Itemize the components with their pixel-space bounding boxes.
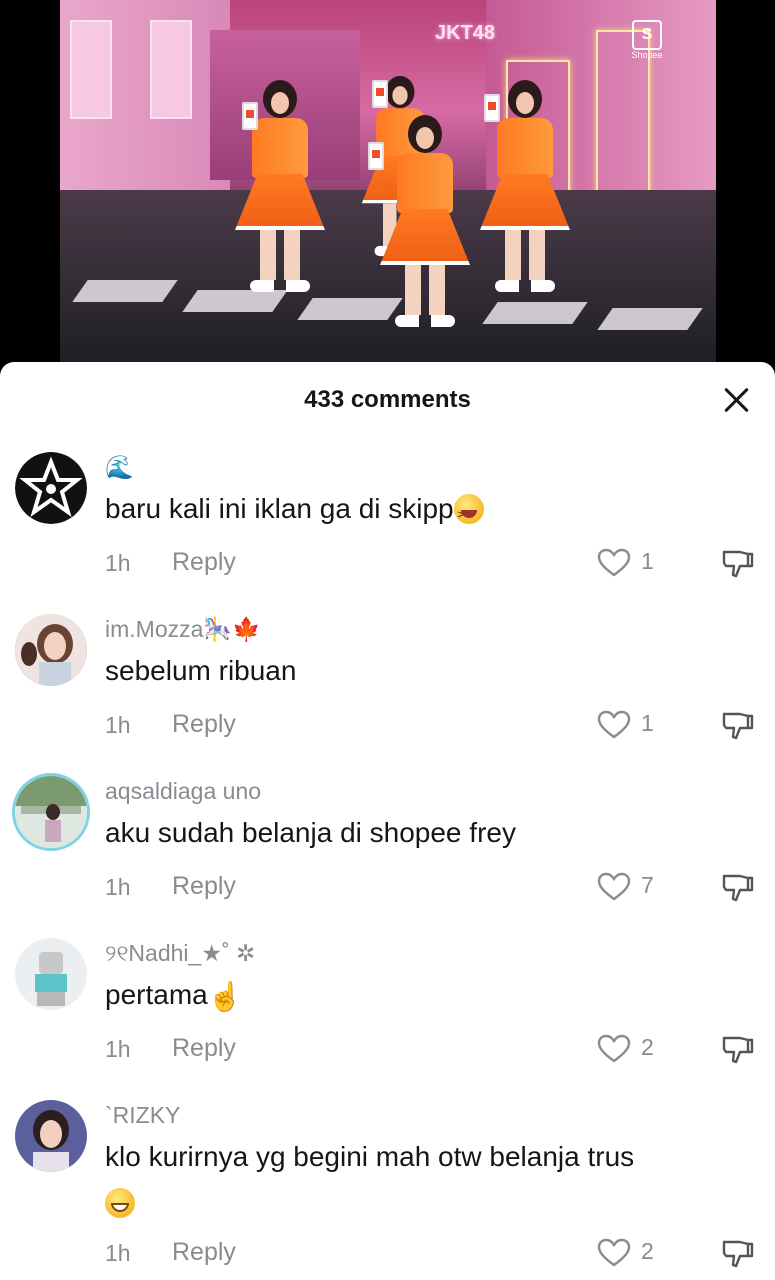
comment-text: aku sudah belanja di shopee frey: [105, 817, 516, 848]
like-count: 1: [641, 548, 654, 574]
avatar[interactable]: [12, 773, 90, 851]
username[interactable]: ୨୧Nadhi_★˚ ✲: [105, 940, 255, 967]
thumbs-down-icon: [722, 1240, 754, 1268]
dislike-button[interactable]: [720, 708, 756, 744]
figure-avatar-icon: [15, 938, 87, 1010]
close-icon[interactable]: [723, 386, 749, 412]
pointing-up-hand-icon: ☝: [207, 981, 243, 1012]
phone-prop: [484, 94, 500, 122]
comment-count-title: 433 comments: [304, 386, 471, 413]
dislike-button[interactable]: [720, 870, 756, 906]
dislike-button[interactable]: [720, 1032, 756, 1068]
performer: [380, 115, 470, 327]
reply-button[interactable]: Reply: [172, 710, 236, 739]
shopee-bag-icon: S: [632, 20, 662, 50]
background-building: [60, 0, 230, 190]
username[interactable]: `RIZKY: [105, 1102, 180, 1129]
video-frame: JKT48 S Shopee: [60, 0, 716, 370]
comment-text: sebelum ribuan: [105, 655, 297, 686]
like-button[interactable]: 7: [597, 870, 667, 904]
grinning-face-icon: [105, 1188, 135, 1218]
laughing-face-icon: [453, 494, 484, 532]
thumbs-down-icon: [722, 1036, 754, 1064]
like-button[interactable]: 1: [597, 708, 667, 742]
star-logo-avatar-icon: [15, 452, 87, 524]
comments-sheet: 433 comments 🌊 baru kali ini iklan ga di…: [0, 362, 775, 1280]
like-count: 2: [641, 1238, 654, 1264]
like-count: 2: [641, 1034, 654, 1060]
heart-icon: [597, 1238, 631, 1267]
phone-prop: [368, 142, 384, 170]
comment-emoji-line: [105, 1186, 135, 1220]
heart-icon: [597, 710, 631, 739]
thumbs-down-icon: [722, 712, 754, 740]
comment-text: baru kali ini iklan ga di skipp: [105, 492, 484, 532]
reply-button[interactable]: Reply: [172, 1034, 236, 1063]
comment-time: 1h: [105, 1240, 131, 1266]
username[interactable]: aqsaldiaga uno: [105, 778, 261, 805]
like-count: 7: [641, 872, 654, 898]
reply-button[interactable]: Reply: [172, 548, 236, 577]
brand-logo: JKT48: [435, 22, 496, 44]
username[interactable]: im.Mozza🎠🍁: [105, 616, 261, 643]
phone-prop: [372, 80, 388, 108]
shopee-label: Shopee: [631, 50, 663, 60]
comment-text: klo kurirnya yg begini mah otw belanja t…: [105, 1141, 635, 1172]
reply-button[interactable]: Reply: [172, 872, 236, 901]
outdoor-photo-avatar-icon: [15, 776, 87, 848]
portrait-avatar-icon: [15, 1100, 87, 1172]
heart-icon: [597, 872, 631, 901]
girl-photo-avatar-icon: [15, 614, 87, 686]
comment-time: 1h: [105, 874, 131, 900]
shopee-logo: S Shopee: [630, 20, 664, 62]
comment-time: 1h: [105, 712, 131, 738]
dislike-button[interactable]: [720, 546, 756, 582]
thumbs-down-icon: [722, 874, 754, 902]
comment-text: pertama☝: [105, 979, 243, 1012]
reply-button[interactable]: Reply: [172, 1238, 236, 1267]
avatar[interactable]: [15, 614, 87, 686]
username[interactable]: 🌊: [105, 454, 134, 481]
avatar[interactable]: [15, 938, 87, 1010]
thumbs-down-icon: [722, 550, 754, 578]
avatar[interactable]: [15, 452, 87, 524]
comment-time: 1h: [105, 1036, 131, 1062]
phone-prop: [242, 102, 258, 130]
like-count: 1: [641, 710, 654, 736]
like-button[interactable]: 2: [597, 1032, 667, 1066]
heart-icon: [597, 1034, 631, 1063]
video-player[interactable]: JKT48 S Shopee: [0, 0, 775, 380]
like-button[interactable]: 1: [597, 546, 667, 580]
like-button[interactable]: 2: [597, 1236, 667, 1270]
comment-time: 1h: [105, 550, 131, 576]
avatar[interactable]: [15, 1100, 87, 1172]
heart-icon: [597, 548, 631, 577]
dislike-button[interactable]: [720, 1236, 756, 1272]
